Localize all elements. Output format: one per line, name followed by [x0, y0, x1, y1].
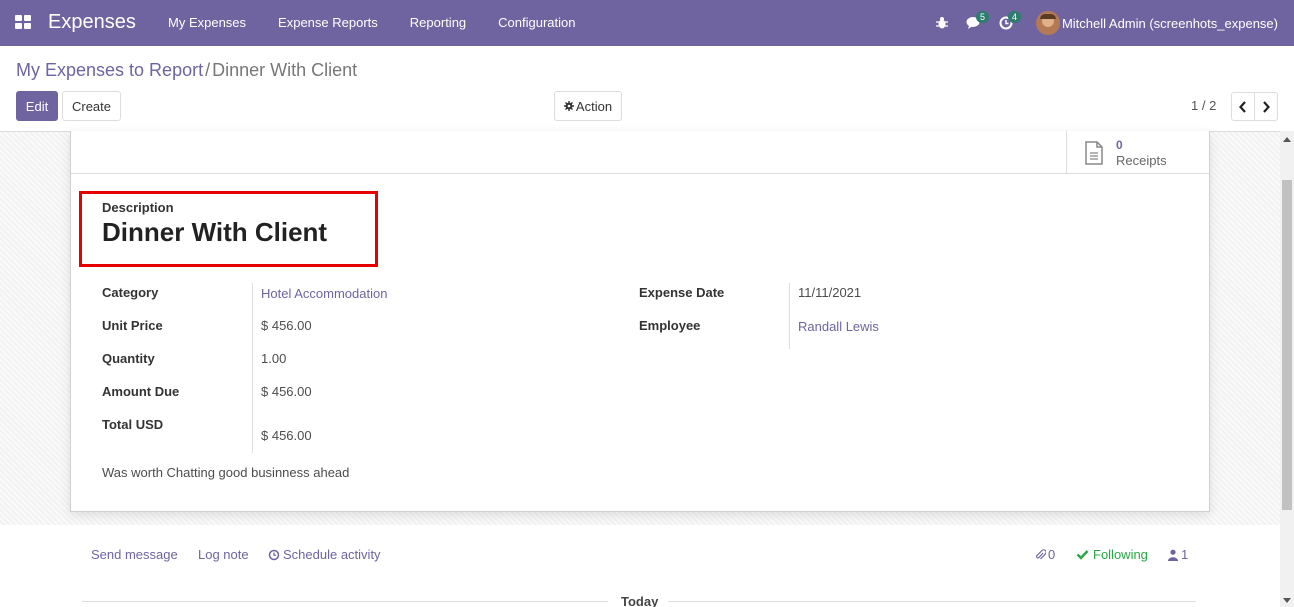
messages-badge: 5 — [975, 11, 989, 23]
pager-value[interactable]: 1 / 2 — [1191, 98, 1216, 113]
category-label: Category — [102, 285, 159, 300]
user-avatar — [1035, 11, 1060, 35]
breadcrumb-current: Dinner With Client — [212, 60, 358, 80]
systray: 5 4 Mitchell Admin (screenhots_expense) — [926, 0, 1294, 46]
document-icon — [1085, 140, 1103, 165]
user-icon — [1168, 549, 1178, 561]
check-icon — [1076, 550, 1089, 560]
quantity-value: 1.00 — [261, 351, 287, 366]
total-usd-label: Total USD — [102, 417, 164, 432]
total-usd-value: $ 456.00 — [261, 428, 312, 443]
messages-icon[interactable]: 5 — [958, 0, 990, 46]
expense-date-value: 11/11/2021 — [798, 285, 862, 300]
clock-icon — [268, 549, 280, 560]
breadcrumb: My Expenses to Report / Dinner With Client — [16, 60, 357, 81]
apps-menu-icon[interactable] — [15, 15, 33, 31]
gear-icon — [563, 101, 574, 111]
quantity-label: Quantity — [102, 351, 155, 366]
attachments-count: 0 — [1048, 547, 1056, 562]
form-sheet: 0 Receipts Description Dinner With Clien… — [70, 131, 1210, 512]
followers-count: 1 — [1181, 547, 1189, 562]
notes-text: Was worth Chatting good businness ahead — [102, 465, 350, 480]
receipts-label: Receipts — [1116, 152, 1167, 168]
receipts-count: 0 — [1116, 137, 1123, 152]
activities-clock-icon[interactable]: 4 — [990, 0, 1022, 46]
chevron-left-icon — [1239, 100, 1246, 113]
left-group-divider — [252, 283, 253, 453]
following-button[interactable]: Following — [1076, 547, 1148, 562]
unit-price-label: Unit Price — [102, 318, 163, 333]
amount-due-label: Amount Due — [102, 384, 180, 399]
amount-due-value: $ 456.00 — [261, 384, 312, 399]
attachments-button[interactable]: 0 — [1035, 547, 1055, 562]
category-value[interactable]: Hotel Accommodation — [261, 286, 387, 301]
highlight-box — [79, 191, 378, 267]
receipts-button[interactable]: 0 Receipts — [1066, 131, 1209, 174]
action-button[interactable]: Action — [554, 91, 622, 121]
pager-next-button[interactable] — [1254, 92, 1278, 121]
breadcrumb-separator: / — [205, 60, 211, 80]
menu-expense-reports[interactable]: Expense Reports — [262, 0, 394, 46]
user-name: Mitchell Admin (screenhots_expense) — [1061, 15, 1278, 31]
employee-value[interactable]: Randall Lewis — [798, 319, 879, 334]
paperclip-icon — [1036, 548, 1046, 559]
followers-button[interactable]: 1 — [1168, 547, 1188, 562]
smart-button-box: 0 Receipts — [71, 131, 1209, 174]
schedule-activity-button[interactable]: Schedule activity — [268, 547, 381, 562]
menu-my-expenses[interactable]: My Expenses — [152, 0, 262, 46]
send-message-button[interactable]: Send message — [91, 547, 178, 562]
right-group-divider — [789, 283, 790, 349]
top-navbar: Expenses My Expenses Expense Reports Rep… — [0, 0, 1294, 46]
menu-configuration[interactable]: Configuration — [482, 0, 591, 46]
today-divider-left — [82, 601, 608, 602]
menu-reporting[interactable]: Reporting — [394, 0, 482, 46]
create-button[interactable]: Create — [62, 91, 121, 121]
log-note-button[interactable]: Log note — [198, 547, 249, 562]
breadcrumb-parent[interactable]: My Expenses to Report — [16, 60, 203, 80]
pager-previous-button[interactable] — [1231, 92, 1255, 121]
chevron-right-icon — [1263, 100, 1270, 113]
expense-date-label: Expense Date — [639, 285, 725, 300]
debug-bug-icon[interactable] — [926, 0, 958, 46]
scroll-thumb[interactable] — [1282, 180, 1292, 510]
user-menu[interactable]: Mitchell Admin (screenhots_expense) — [1022, 0, 1294, 46]
scroll-up-arrow[interactable] — [1283, 137, 1291, 142]
app-brand[interactable]: Expenses — [48, 11, 136, 34]
unit-price-value: $ 456.00 — [261, 318, 312, 333]
today-divider-right — [668, 601, 1196, 602]
following-label: Following — [1093, 547, 1148, 562]
main-menu: My Expenses Expense Reports Reporting Co… — [152, 0, 591, 46]
scroll-down-arrow[interactable] — [1283, 598, 1291, 603]
edit-button[interactable]: Edit — [16, 91, 58, 121]
today-separator: Today — [621, 594, 659, 607]
schedule-activity-label: Schedule activity — [283, 547, 381, 562]
employee-label: Employee — [639, 318, 701, 333]
action-label: Action — [575, 98, 613, 114]
activities-badge: 4 — [1007, 11, 1021, 23]
